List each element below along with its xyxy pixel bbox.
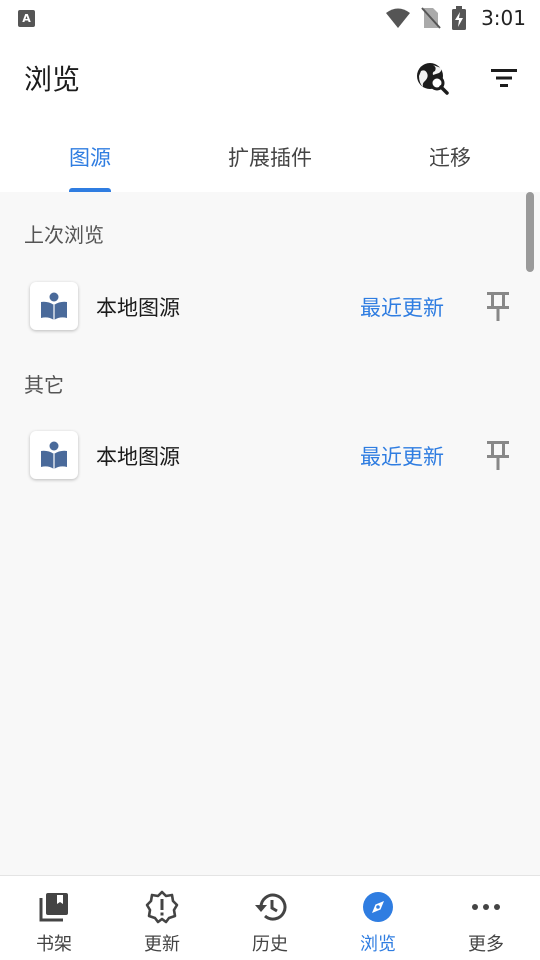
nav-label: 浏览 [360, 934, 396, 955]
pin-button[interactable] [480, 435, 516, 475]
nav-updates[interactable]: 更新 [108, 876, 216, 960]
battery-charging-icon [452, 6, 467, 30]
clock: 3:01 [481, 6, 526, 30]
history-icon [255, 893, 287, 921]
source-list[interactable]: 上次浏览 本地图源 最近更新 其它 本地图源 最近更新 [0, 192, 540, 875]
nav-more[interactable]: 更多 [432, 876, 540, 960]
source-name: 本地图源 [96, 296, 180, 320]
alert-badge-icon [145, 890, 179, 924]
latest-updates-button[interactable]: 最近更新 [360, 292, 444, 322]
tab-migrate[interactable]: 迁移 [360, 120, 540, 192]
tab-extensions[interactable]: 扩展插件 [180, 120, 360, 192]
tab-sources[interactable]: 图源 [0, 120, 180, 192]
pin-icon [487, 441, 509, 470]
tab-label: 迁移 [429, 146, 471, 170]
list-item[interactable]: 本地图源 最近更新 [0, 270, 540, 342]
globe-search-icon [417, 63, 449, 95]
nav-label: 更新 [144, 934, 180, 955]
page-title: 浏览 [24, 63, 81, 96]
more-dots-icon [472, 904, 500, 910]
no-sim-icon [421, 7, 441, 29]
pin-button[interactable] [480, 286, 516, 326]
filter-button[interactable] [484, 58, 524, 98]
notification-a-icon: A [18, 10, 35, 27]
source-icon [30, 431, 78, 479]
nav-label: 更多 [468, 934, 504, 955]
filter-icon [491, 69, 517, 87]
compass-icon [363, 892, 393, 922]
nav-browse[interactable]: 浏览 [324, 876, 432, 960]
nav-history[interactable]: 历史 [216, 876, 324, 960]
latest-updates-button[interactable]: 最近更新 [360, 441, 444, 471]
status-bar: A 3:01 [0, 0, 540, 36]
list-item[interactable]: 本地图源 最近更新 [0, 419, 540, 491]
scrollbar[interactable] [526, 192, 534, 272]
tab-label: 图源 [69, 146, 111, 170]
nav-label: 历史 [252, 934, 288, 955]
library-icon [39, 893, 68, 922]
wifi-icon [386, 8, 411, 28]
nav-label: 书架 [36, 934, 72, 955]
pin-icon [487, 292, 509, 321]
bottom-navigation: 书架 更新 历史 浏览 更多 [0, 875, 540, 960]
tab-label: 扩展插件 [228, 146, 312, 170]
book-reader-icon [41, 292, 67, 320]
source-name: 本地图源 [96, 445, 180, 469]
global-search-button[interactable] [412, 58, 452, 98]
tab-bar: 图源 扩展插件 迁移 [0, 120, 540, 192]
section-header-last-used: 上次浏览 [24, 223, 104, 247]
source-icon [30, 282, 78, 330]
nav-library[interactable]: 书架 [0, 876, 108, 960]
section-header-other: 其它 [24, 373, 64, 397]
app-bar: 浏览 [0, 36, 540, 120]
book-reader-icon [41, 441, 67, 469]
